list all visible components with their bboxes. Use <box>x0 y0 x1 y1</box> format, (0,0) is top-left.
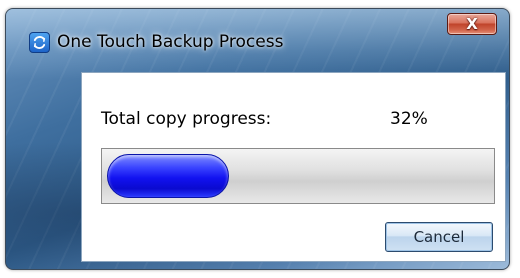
close-icon: X <box>466 14 478 33</box>
title-bar[interactable]: One Touch Backup Process X <box>6 9 509 63</box>
progress-percentage: 32% <box>390 109 428 129</box>
sync-icon <box>29 32 50 53</box>
cancel-button[interactable]: Cancel <box>385 222 493 252</box>
close-button[interactable]: X <box>447 13 497 35</box>
progress-label: Total copy progress: <box>101 109 272 129</box>
progress-bar-fill <box>107 154 229 198</box>
backup-dialog-window: One Touch Backup Process X Total copy pr… <box>5 8 510 270</box>
dialog-content: Total copy progress: 32% Cancel <box>81 72 506 262</box>
window-title: One Touch Backup Process <box>57 32 284 52</box>
progress-bar <box>101 148 495 204</box>
